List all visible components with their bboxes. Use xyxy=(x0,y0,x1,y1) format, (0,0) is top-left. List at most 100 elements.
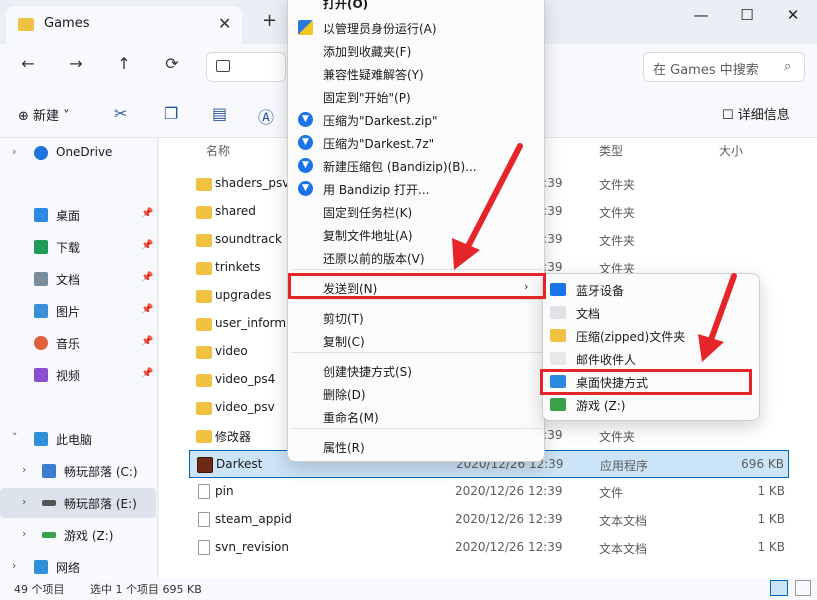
menu-item-label: 固定到"开始"(P) xyxy=(323,91,411,105)
rename-icon[interactable]: Ⓐ xyxy=(258,104,274,128)
menu-item-label: 添加到收藏夹(F) xyxy=(323,45,412,59)
chevron-down-icon[interactable]: ˅ xyxy=(12,431,18,444)
music-icon xyxy=(34,336,48,350)
menu-item-label: 复制(C) xyxy=(323,335,365,349)
context-menu-item[interactable]: 以管理员身份运行(A) xyxy=(288,16,544,39)
menu-separator xyxy=(292,352,542,353)
application-icon xyxy=(197,457,213,473)
send-to-label: 游戏 (Z:) xyxy=(576,399,626,413)
sidebar-item-this-pc[interactable]: ˅ 此电脑 xyxy=(0,424,156,454)
context-menu-item[interactable]: 删除(D) xyxy=(288,382,544,405)
selection-info: 选中 1 个项目 695 KB xyxy=(90,583,202,596)
folder-icon xyxy=(196,262,212,275)
bandizip-icon: ▼ xyxy=(298,112,313,127)
search-input[interactable]: 在 Games 中搜索 xyxy=(653,59,759,78)
video-icon xyxy=(34,368,48,382)
chevron-right-icon[interactable]: › xyxy=(22,527,26,540)
menu-item-label: 重命名(M) xyxy=(323,411,379,425)
tiles-view-icon[interactable] xyxy=(795,580,811,596)
navigation-pane: › OneDrive 桌面 📌 下载 📌 文档 📌 图片 📌 音乐 📌 视频 📌… xyxy=(0,138,158,578)
file-type: 文件 xyxy=(599,486,624,500)
chevron-right-icon[interactable]: › xyxy=(12,145,16,158)
zip-folder-icon xyxy=(550,329,566,342)
file-date: 2020/12/26 12:39 xyxy=(455,540,563,554)
back-button[interactable]: ← xyxy=(16,54,40,76)
column-header-name[interactable]: 名称 xyxy=(206,142,230,159)
sidebar-item-videos[interactable]: 视频 📌 xyxy=(0,360,156,390)
pin-icon: 📌 xyxy=(141,336,154,347)
maximize-button[interactable]: ☐ xyxy=(732,6,762,28)
folder-icon xyxy=(196,290,212,303)
menu-item-label: 删除(D) xyxy=(323,388,366,402)
menu-item-label: 以管理员身份运行(A) xyxy=(323,22,437,36)
sidebar-item-label: 游戏 (Z:) xyxy=(64,529,114,543)
search-box[interactable]: 在 Games 中搜索 ⌕ xyxy=(643,52,805,82)
pin-icon: 📌 xyxy=(141,240,154,251)
sidebar-item-downloads[interactable]: 下载 📌 xyxy=(0,232,156,262)
file-name: steam_appid xyxy=(215,512,292,526)
details-button[interactable]: ☐ 详细信息 xyxy=(722,104,790,123)
up-button[interactable]: ↑ xyxy=(112,54,136,76)
folder-icon xyxy=(196,318,212,331)
tab-games[interactable]: Games ✕ xyxy=(6,6,242,44)
sidebar-item-documents[interactable]: 文档 📌 xyxy=(0,264,156,294)
refresh-button[interactable]: ⟳ xyxy=(160,54,184,76)
sidebar-item-onedrive[interactable]: › OneDrive xyxy=(0,138,156,168)
send-to-label: 文档 xyxy=(576,307,601,321)
chevron-right-icon[interactable]: › xyxy=(22,463,26,476)
context-menu-item[interactable]: 创建快捷方式(S) xyxy=(288,359,544,382)
context-menu-item[interactable]: 添加到收藏夹(F) xyxy=(288,39,544,62)
sidebar-item-drive-e[interactable]: › 畅玩部落 (E:) xyxy=(0,488,156,518)
close-tab-icon[interactable]: ✕ xyxy=(218,14,231,33)
new-tab-button[interactable]: + xyxy=(262,10,277,31)
new-button[interactable]: ⊕ 新建 ˅ xyxy=(18,105,70,124)
sidebar-item-pictures[interactable]: 图片 📌 xyxy=(0,296,156,326)
file-name: video_psv xyxy=(215,400,275,414)
send-to-item[interactable]: 游戏 (Z:) xyxy=(543,393,759,416)
file-row[interactable]: svn_revision 2020/12/26 12:39 文本文档 1 KB xyxy=(189,534,789,562)
file-name: video_ps4 xyxy=(215,372,276,386)
minimize-button[interactable]: — xyxy=(686,6,716,28)
search-icon: ⌕ xyxy=(784,59,792,74)
context-menu-item[interactable]: 打开(O) xyxy=(288,0,544,14)
copy-icon[interactable]: ❐ xyxy=(164,104,178,123)
sidebar-item-label: 图片 xyxy=(56,305,81,319)
context-menu-item[interactable]: 固定到"开始"(P) xyxy=(288,85,544,108)
drive-icon xyxy=(42,500,56,506)
sidebar-item-label: OneDrive xyxy=(56,145,113,159)
red-arrow-icon xyxy=(452,143,523,270)
desktop-icon xyxy=(34,208,48,222)
context-menu-item[interactable]: ▼ 压缩为"Darkest.zip" xyxy=(288,108,544,131)
cut-icon[interactable]: ✂ xyxy=(114,104,127,123)
send-to-label: 邮件收件人 xyxy=(576,353,637,367)
document-icon xyxy=(550,306,566,319)
sidebar-item-drive-z[interactable]: › 游戏 (Z:) xyxy=(0,520,156,550)
context-menu-item[interactable]: 属性(R) xyxy=(288,435,544,458)
column-header-type[interactable]: 类型 xyxy=(599,142,623,159)
computer-icon xyxy=(216,60,230,72)
sidebar-item-desktop[interactable]: 桌面 📌 xyxy=(0,200,156,230)
red-arrow-icon xyxy=(698,273,737,362)
address-bar[interactable] xyxy=(206,52,286,82)
details-view-icon[interactable] xyxy=(770,580,788,596)
close-window-button[interactable]: ✕ xyxy=(778,6,808,28)
chevron-right-icon[interactable]: › xyxy=(22,495,26,508)
file-date: 2020/12/26 12:39 xyxy=(455,512,563,526)
context-menu-item[interactable]: 剪切(T) xyxy=(288,306,544,329)
context-menu-item[interactable]: 复制(C) xyxy=(288,329,544,352)
forward-button[interactable]: → xyxy=(64,54,88,76)
paste-icon[interactable]: ▤ xyxy=(212,104,227,123)
sidebar-item-label: 视频 xyxy=(56,369,81,383)
sidebar-item-drive-c[interactable]: › 畅玩部落 (C:) xyxy=(0,456,156,486)
file-row[interactable]: pin 2020/12/26 12:39 文件 1 KB xyxy=(189,478,789,506)
context-menu-item[interactable]: 兼容性疑难解答(Y) xyxy=(288,62,544,85)
context-menu-item[interactable]: 重命名(M) xyxy=(288,405,544,428)
file-row[interactable]: steam_appid 2020/12/26 12:39 文本文档 1 KB xyxy=(189,506,789,534)
menu-item-label: 固定到任务栏(K) xyxy=(323,206,413,220)
column-header-size[interactable]: 大小 xyxy=(719,142,743,159)
mail-icon xyxy=(550,352,566,365)
file-type: 文件夹 xyxy=(599,178,636,192)
chevron-right-icon[interactable]: › xyxy=(12,559,16,572)
tab-title: Games xyxy=(44,16,90,31)
sidebar-item-music[interactable]: 音乐 📌 xyxy=(0,328,156,358)
